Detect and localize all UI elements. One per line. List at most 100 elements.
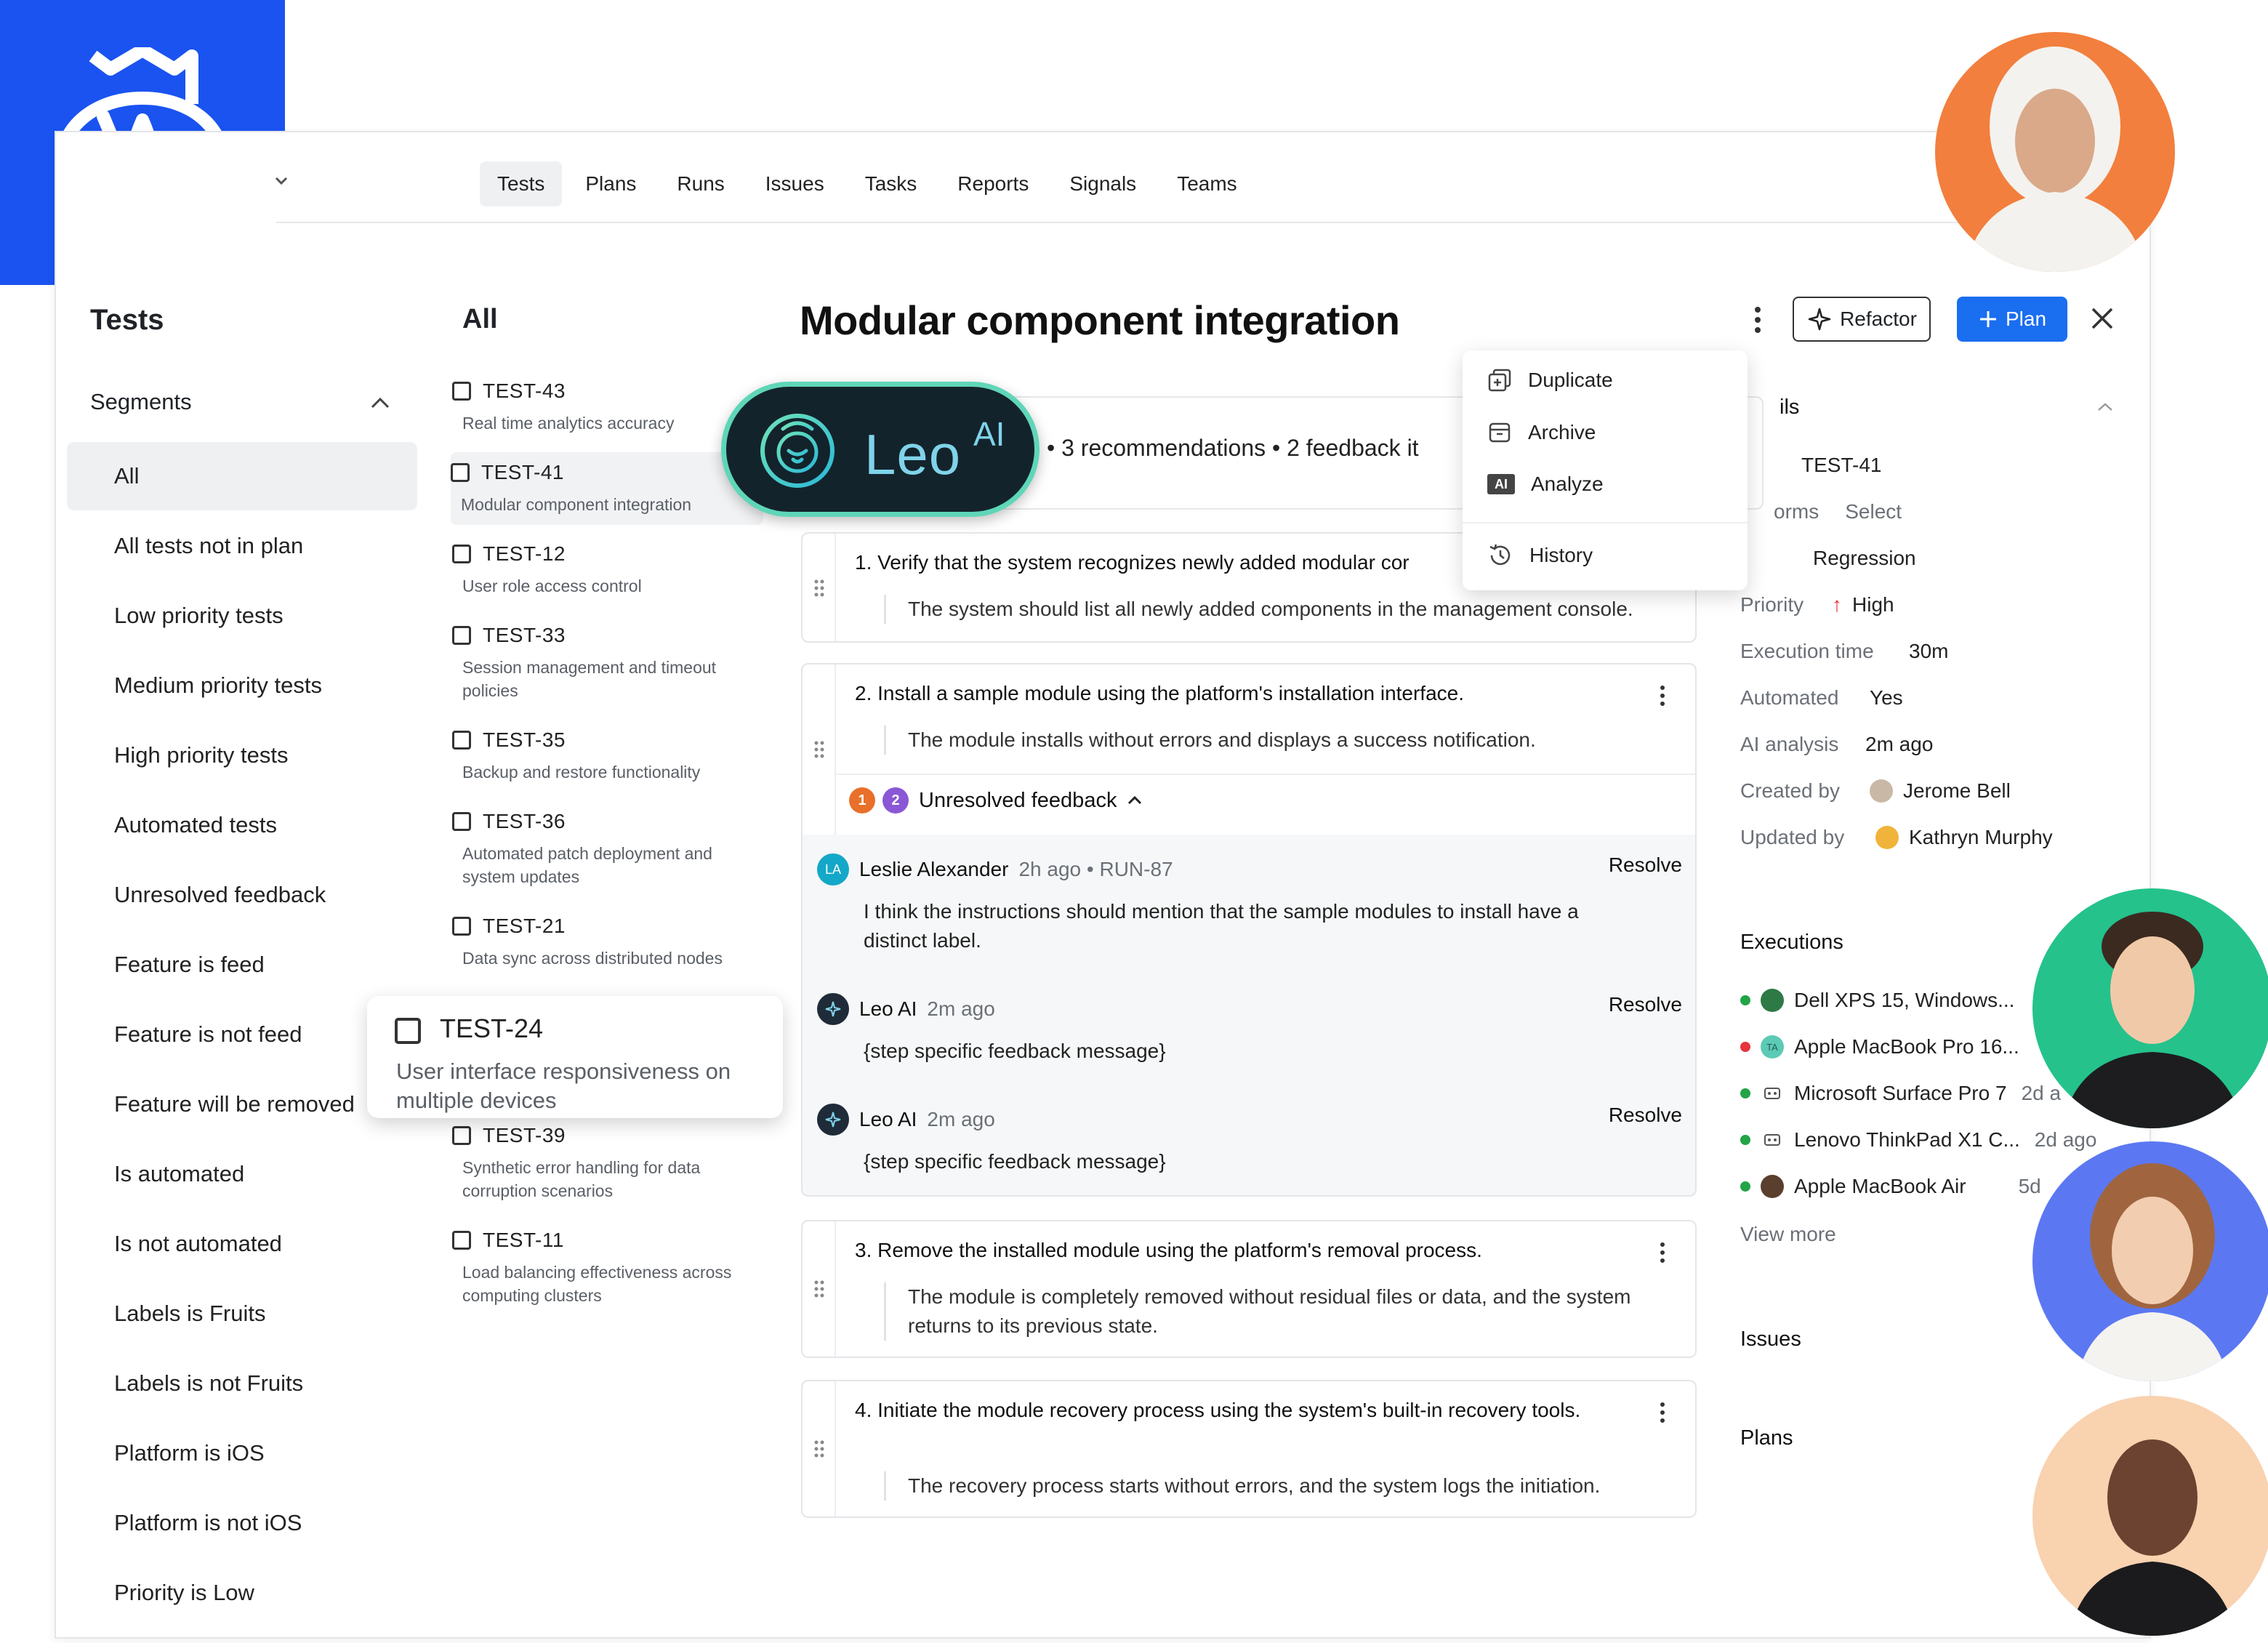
automated-row[interactable]: Automated Yes — [1740, 686, 1903, 710]
more-vertical-icon[interactable] — [1749, 305, 1766, 334]
test-code: TEST-21 — [483, 915, 566, 937]
segments-header[interactable]: Segments — [90, 389, 192, 415]
chevron-up-icon[interactable] — [2096, 401, 2114, 413]
test-list-item[interactable]: TEST-21 Data sync across distributed nod… — [452, 915, 752, 990]
checkbox[interactable] — [452, 731, 471, 750]
test-list-item[interactable]: TEST-12 User role access control — [452, 542, 752, 598]
segment-item[interactable]: Is not automated — [67, 1210, 417, 1278]
more-vertical-icon[interactable] — [1659, 1242, 1666, 1264]
segment-item[interactable]: Labels is Fruits — [67, 1280, 417, 1348]
segment-item[interactable]: Feature will be removed — [67, 1070, 417, 1138]
checkbox[interactable] — [451, 463, 470, 482]
feedback-text: I think the instructions should mention … — [864, 900, 1579, 952]
test-list-item[interactable]: TEST-39 Synthetic error handling for dat… — [452, 1124, 752, 1202]
segment-item[interactable]: Feature is feed — [67, 931, 417, 999]
status-dot — [1740, 1135, 1750, 1145]
grip-icon[interactable] — [813, 740, 826, 759]
test-list-item[interactable]: TEST-33 Session management and timeout p… — [452, 624, 752, 702]
tab-issues[interactable]: Issues — [748, 161, 842, 206]
checkbox[interactable] — [452, 545, 471, 563]
tab-plans[interactable]: Plans — [568, 161, 654, 206]
dragged-test-card[interactable]: TEST-24 User interface responsiveness on… — [367, 996, 783, 1118]
grip-icon[interactable] — [813, 1280, 826, 1298]
segment-item[interactable]: Automated tests — [67, 791, 417, 859]
segment-item[interactable]: Platform is iOS — [67, 1419, 417, 1487]
test-step-card[interactable]: 3. Remove the installed module using the… — [801, 1220, 1697, 1358]
tab-runs[interactable]: Runs — [659, 161, 741, 206]
priority-row[interactable]: Priority ↑ High — [1740, 593, 1894, 616]
author-name: Leo AI — [859, 1108, 917, 1130]
checkbox[interactable] — [452, 917, 471, 936]
execution-item[interactable]: Apple MacBook Air 5d — [1740, 1175, 2041, 1198]
segment-item[interactable]: Medium priority tests — [67, 651, 417, 720]
tab-tests[interactable]: Tests — [480, 161, 563, 206]
plus-icon — [1979, 311, 1996, 327]
segment-all[interactable]: All — [67, 442, 417, 510]
segment-item[interactable]: Priority is Low — [67, 1559, 417, 1627]
close-icon[interactable] — [2089, 305, 2115, 332]
more-vertical-icon[interactable] — [1659, 1402, 1666, 1423]
menu-item-analyze[interactable]: AI Analyze — [1487, 473, 1604, 496]
refactor-button[interactable]: Refactor — [1793, 297, 1931, 342]
menu-item-duplicate[interactable]: Duplicate — [1487, 368, 1613, 393]
execution-item[interactable]: Lenovo ThinkPad X1 C... 2d ago — [1740, 1128, 2096, 1152]
test-step-card[interactable]: 4. Initiate the module recovery process … — [801, 1380, 1697, 1518]
segment-item[interactable]: Unresolved feedback — [67, 861, 417, 929]
execution-item[interactable]: Microsoft Surface Pro 7 2d a — [1740, 1082, 2061, 1105]
segment-item[interactable]: Labels is not Fruits — [67, 1349, 417, 1418]
plans-header[interactable]: Plans — [1740, 1426, 1793, 1450]
segment-item[interactable]: All tests not in plan — [67, 512, 417, 580]
tab-reports[interactable]: Reports — [940, 161, 1046, 206]
test-list-item[interactable]: TEST-36 Automated patch deployment and s… — [452, 810, 752, 888]
test-list-item[interactable]: TEST-11 Load balancing effectiveness acr… — [452, 1229, 752, 1307]
view-more-link[interactable]: View more — [1740, 1223, 1836, 1246]
author-name: Leo AI — [859, 997, 917, 1020]
tab-signals[interactable]: Signals — [1052, 161, 1154, 206]
tab-tasks[interactable]: Tasks — [848, 161, 935, 206]
more-vertical-icon[interactable] — [1659, 685, 1666, 707]
lion-icon — [760, 414, 835, 488]
test-code: TEST-39 — [483, 1124, 566, 1146]
execution-item[interactable]: TA Apple MacBook Pro 16... — [1740, 1035, 2019, 1058]
unresolved-feedback-toggle[interactable]: 1 2 Unresolved feedback — [849, 787, 1143, 814]
duplicate-icon — [1488, 369, 1511, 392]
chevron-up-icon[interactable] — [369, 393, 391, 414]
type-value: Regression — [1813, 547, 1916, 569]
grip-icon[interactable] — [813, 579, 826, 598]
segment-item[interactable]: High priority tests — [67, 721, 417, 790]
checkbox[interactable] — [452, 1126, 471, 1145]
user-avatar-photo — [2032, 1396, 2268, 1636]
test-list-item[interactable]: TEST-43 Real time analytics accuracy — [452, 379, 752, 435]
checkbox[interactable] — [452, 812, 471, 831]
segment-item[interactable]: Is automated — [67, 1140, 417, 1208]
feedback-item: Leo AI 2m ago Resolve {step specific fee… — [817, 993, 1682, 1066]
tab-teams[interactable]: Teams — [1159, 161, 1254, 206]
resolve-button[interactable]: Resolve — [1609, 993, 1682, 1016]
leo-ai-badge[interactable]: Leo AI — [721, 382, 1040, 517]
resolve-button[interactable]: Resolve — [1609, 853, 1682, 877]
segment-item[interactable]: Feature is not feed — [67, 1000, 417, 1069]
menu-item-archive[interactable]: Archive — [1487, 420, 1596, 445]
plan-button[interactable]: Plan — [1957, 297, 2067, 342]
test-list-item-selected[interactable]: TEST-41 Modular component integration — [451, 452, 763, 525]
grip-icon[interactable] — [813, 1439, 826, 1458]
checkbox[interactable] — [452, 382, 471, 401]
history-icon — [1489, 544, 1511, 566]
checkbox[interactable] — [395, 1018, 421, 1044]
details-header[interactable]: ils — [1780, 395, 1799, 419]
platforms-row[interactable]: orms Select — [1774, 500, 1902, 523]
resolve-button[interactable]: Resolve — [1609, 1104, 1682, 1127]
checkbox[interactable] — [452, 626, 471, 645]
test-list-item[interactable]: TEST-35 Backup and restore functionality — [452, 728, 752, 784]
step-expected: The module is completely removed without… — [884, 1282, 1678, 1341]
sparkle-icon — [817, 993, 849, 1025]
checkbox[interactable] — [452, 1231, 471, 1250]
chevron-down-icon[interactable] — [273, 173, 289, 189]
issues-header[interactable]: Issues — [1740, 1327, 1801, 1351]
menu-item-history[interactable]: History — [1487, 542, 1593, 569]
ai-icon: AI — [1487, 474, 1515, 494]
segment-item[interactable]: Low priority tests — [67, 582, 417, 650]
status-dot — [1740, 1088, 1750, 1098]
segment-item[interactable]: Platform is not iOS — [67, 1489, 417, 1557]
execution-item[interactable]: Dell XPS 15, Windows... — [1740, 989, 2014, 1012]
